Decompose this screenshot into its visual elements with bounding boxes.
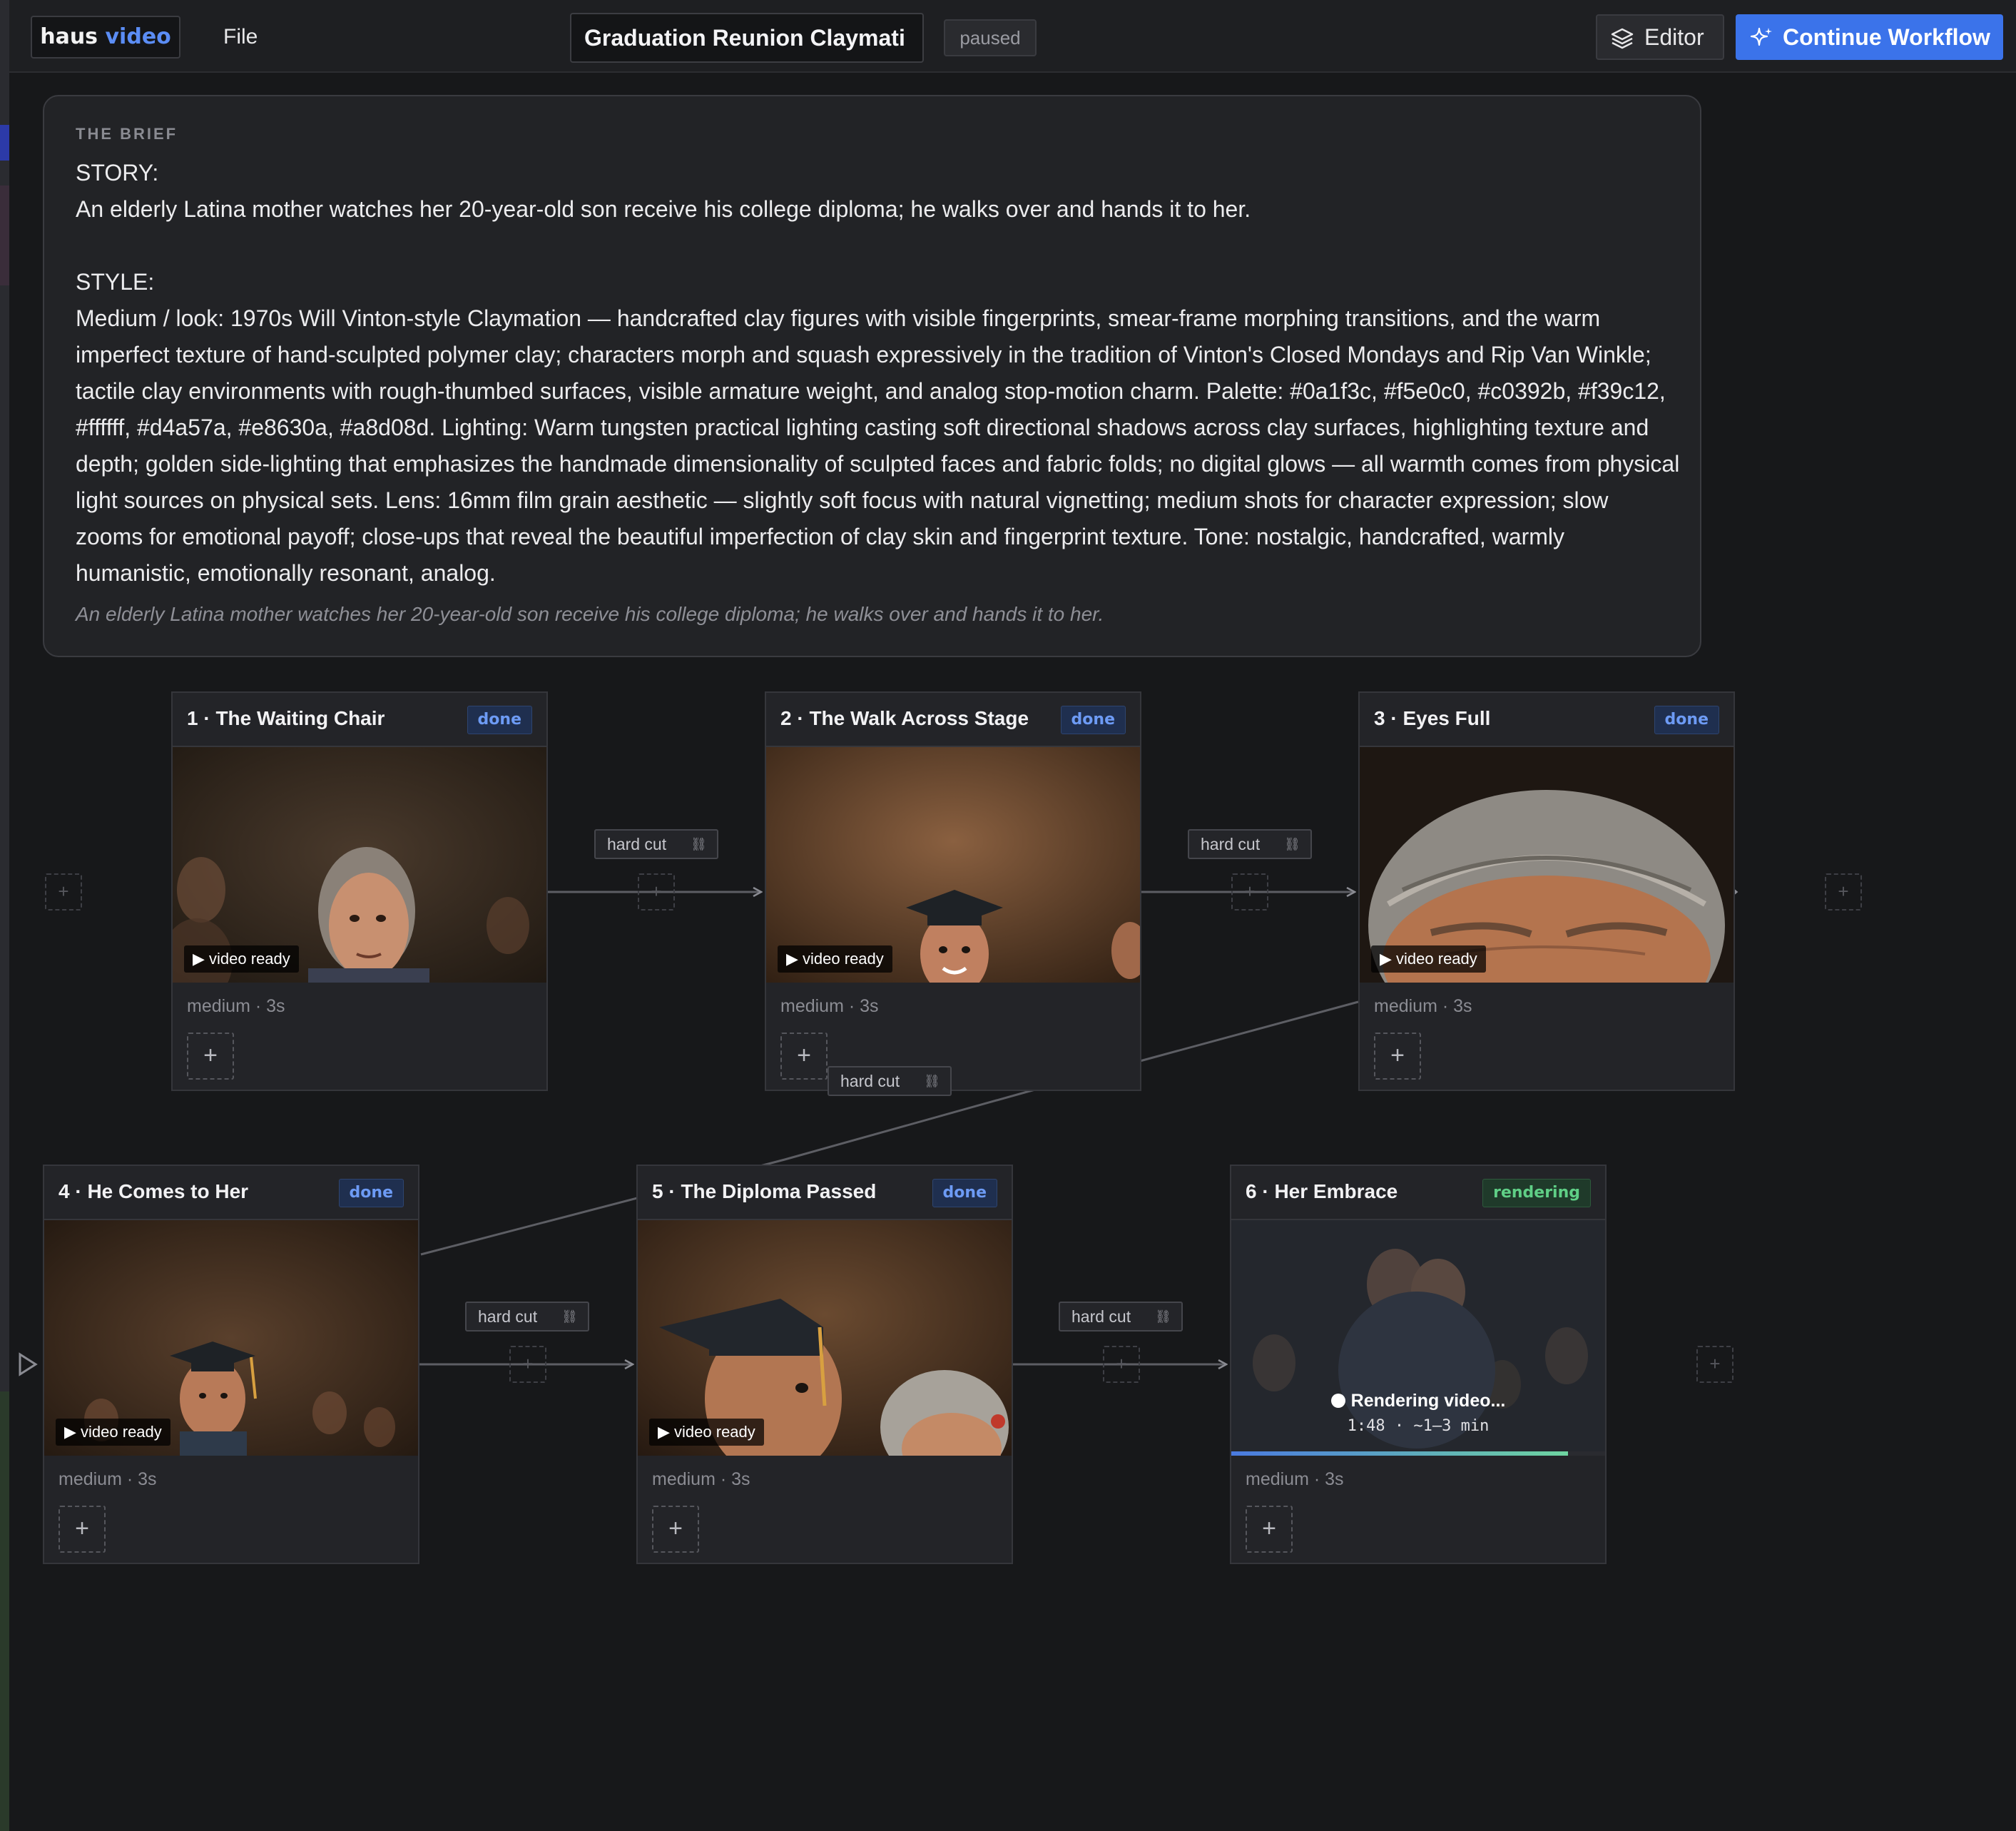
- app-root: { "app": {"logo_main": "haus", "logo_acc…: [0, 0, 2016, 1831]
- shot-meta: medium · 3s: [652, 1469, 750, 1489]
- link-icon: ⛓: [561, 1309, 578, 1324]
- shot-title: 1 · The Waiting Chair: [187, 707, 385, 729]
- add-element-button[interactable]: +: [780, 1033, 828, 1080]
- shot-status-badge: done: [338, 1179, 404, 1207]
- add-element-button[interactable]: +: [187, 1033, 234, 1080]
- transition-2-3[interactable]: hard cut ⛓: [1188, 829, 1312, 859]
- video-ready-overlay[interactable]: ▶ video ready: [56, 1419, 170, 1446]
- link-icon: ⛓: [1155, 1309, 1171, 1324]
- shot-thumbnail[interactable]: ▶ video ready: [766, 747, 1140, 983]
- shot-card-header: 1 · The Waiting Chair done: [173, 693, 546, 747]
- video-ready-overlay[interactable]: ▶ video ready: [649, 1419, 764, 1446]
- transition-4-5[interactable]: hard cut ⛓: [465, 1302, 589, 1332]
- shot-card-6[interactable]: 6 · Her Embrace rendering Rendering vide…: [1230, 1165, 1607, 1564]
- link-icon: ⛓: [691, 837, 707, 851]
- transition-label: hard cut: [478, 1307, 538, 1326]
- video-ready-overlay[interactable]: ▶ video ready: [778, 945, 892, 973]
- render-progress-fill: [1231, 1451, 1568, 1456]
- link-icon: ⛓: [924, 1074, 940, 1088]
- edge-entry-arrow: [19, 1352, 38, 1376]
- shot-title: 2 · The Walk Across Stage: [780, 707, 1029, 729]
- render-progress-track: [1231, 1451, 1605, 1456]
- shot-card-header: 5 · The Diploma Passed done: [638, 1166, 1012, 1220]
- add-element-button[interactable]: +: [58, 1506, 106, 1553]
- shot-card-header: 6 · Her Embrace rendering: [1231, 1166, 1605, 1220]
- transition-3-4[interactable]: hard cut ⛓: [828, 1066, 952, 1096]
- shot-thumbnail[interactable]: Rendering video... 1:48 · ~1–3 min: [1231, 1220, 1605, 1456]
- shot-title: 6 · Her Embrace: [1246, 1180, 1398, 1202]
- shot-meta: medium · 3s: [187, 996, 285, 1016]
- transition-label: hard cut: [1071, 1307, 1131, 1326]
- shot-status-badge: done: [467, 706, 532, 734]
- shot-thumbnail[interactable]: ▶ video ready: [638, 1220, 1012, 1456]
- shot-thumbnail[interactable]: ▶ video ready: [1360, 747, 1734, 983]
- shot-status-badge: done: [1060, 706, 1126, 734]
- rendering-spinner-icon: [1330, 1394, 1345, 1408]
- shot-card-1[interactable]: 1 · The Waiting Chair done ▶ video ready…: [171, 691, 548, 1091]
- shot-card-header: 4 · He Comes to Her done: [44, 1166, 418, 1220]
- shot-card-2[interactable]: 2 · The Walk Across Stage done ▶ video r…: [765, 691, 1141, 1091]
- shot-meta: medium · 3s: [1374, 996, 1472, 1016]
- insert-shot-5-6-button[interactable]: +: [1103, 1346, 1140, 1383]
- insert-shot-1-2-button[interactable]: +: [638, 873, 675, 911]
- shot-thumbnail[interactable]: ▶ video ready: [44, 1220, 418, 1456]
- shot-status-badge: rendering: [1482, 1179, 1591, 1207]
- video-ready-overlay[interactable]: ▶ video ready: [184, 945, 299, 973]
- shot-card-5[interactable]: 5 · The Diploma Passed done ▶ video read…: [636, 1165, 1013, 1564]
- shot-meta: medium · 3s: [58, 1469, 157, 1489]
- shot-title: 4 · He Comes to Her: [58, 1180, 249, 1202]
- shot-card-4[interactable]: 4 · He Comes to Her done ▶ video ready m…: [43, 1165, 419, 1564]
- shot-title: 3 · Eyes Full: [1374, 707, 1491, 729]
- video-ready-overlay[interactable]: ▶ video ready: [1371, 945, 1486, 973]
- shot-card-3[interactable]: 3 · Eyes Full done ▶ video ready medium …: [1358, 691, 1735, 1091]
- transition-label: hard cut: [840, 1072, 900, 1090]
- add-element-button[interactable]: +: [1374, 1033, 1421, 1080]
- shot-thumbnail[interactable]: ▶ video ready: [173, 747, 546, 983]
- insert-shot-after-3-button[interactable]: +: [1825, 873, 1862, 911]
- shot-status-badge: done: [932, 1179, 997, 1207]
- link-icon: ⛓: [1284, 837, 1300, 851]
- shot-meta: medium · 3s: [780, 996, 879, 1016]
- insert-shot-4-5-button[interactable]: +: [509, 1346, 546, 1383]
- transition-5-6[interactable]: hard cut ⛓: [1059, 1302, 1183, 1332]
- shot-status-badge: done: [1654, 706, 1719, 734]
- add-element-button[interactable]: +: [652, 1506, 699, 1553]
- insert-shot-after-6-button[interactable]: +: [1696, 1346, 1734, 1383]
- insert-shot-before-1-button[interactable]: +: [45, 873, 82, 911]
- transition-1-2[interactable]: hard cut ⛓: [594, 829, 718, 859]
- rendering-label: Rendering video...: [1350, 1391, 1506, 1411]
- shot-meta: medium · 3s: [1246, 1469, 1344, 1489]
- rendering-overlay: Rendering video... 1:48 · ~1–3 min: [1231, 1389, 1605, 1440]
- render-timer: 1:48 · ~1–3 min: [1347, 1417, 1490, 1435]
- shot-card-header: 2 · The Walk Across Stage done: [766, 693, 1140, 747]
- transition-label: hard cut: [1201, 835, 1261, 853]
- insert-shot-2-3-button[interactable]: +: [1231, 873, 1268, 911]
- shot-card-header: 3 · Eyes Full done: [1360, 693, 1734, 747]
- transition-label: hard cut: [607, 835, 667, 853]
- shot-title: 5 · The Diploma Passed: [652, 1180, 877, 1202]
- add-element-button[interactable]: +: [1246, 1506, 1293, 1553]
